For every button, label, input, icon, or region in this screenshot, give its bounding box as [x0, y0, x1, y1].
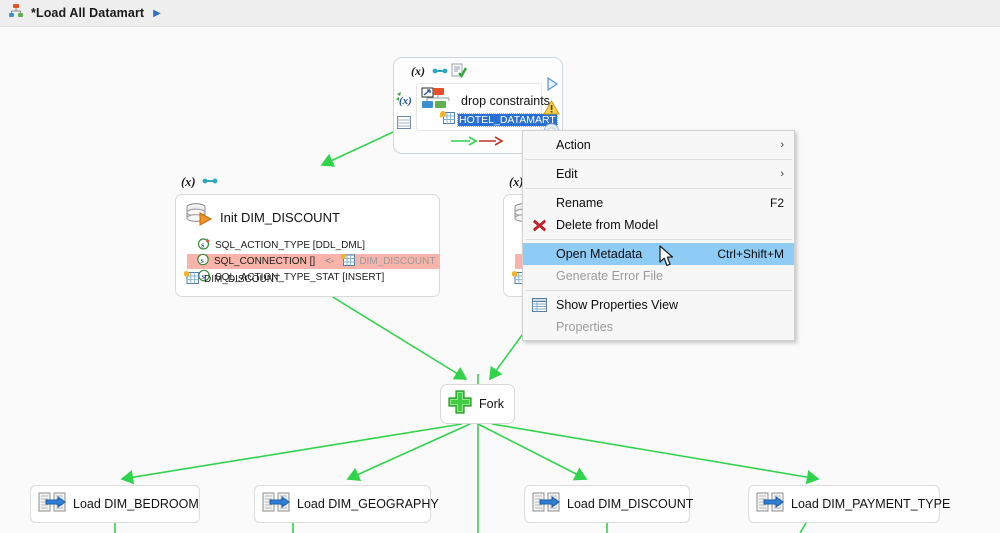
menu-item-label: Delete from Model — [556, 218, 659, 232]
menu-separator — [525, 159, 792, 160]
green-plus-icon — [447, 389, 473, 420]
top-node-left-icons: (x) — [395, 91, 412, 134]
flow-markers — [450, 134, 506, 152]
load-node-label: Load DIM_DISCOUNT — [567, 497, 694, 511]
menu-item-accelerator: Ctrl+Shift+M — [717, 247, 784, 261]
init-node-table-name: DIM_DISCOUNT — [204, 274, 281, 285]
property-label: SQL_CONNECTION [] — [214, 256, 316, 267]
drop-constraints-inner-box[interactable]: drop constraints HOTEL_DATAMART — [416, 83, 558, 131]
warning-icon — [543, 99, 560, 120]
init-node-title: Init DIM_DISCOUNT — [220, 210, 340, 225]
menu-separator — [525, 188, 792, 189]
chevron-right-icon: › — [780, 139, 784, 151]
load-table-icon — [532, 490, 562, 519]
table-key-icon — [183, 270, 199, 289]
drop-constraints-label: drop constraints — [461, 93, 550, 108]
property-label: SQL_ACTION_TYPE [DDL_DML] — [215, 240, 366, 251]
variable-x-green-icon: (x) — [395, 91, 412, 112]
load-table-icon — [38, 490, 68, 519]
table-key-icon — [340, 253, 356, 271]
property-row-highlighted[interactable]: s SQL_CONNECTION [] <- DIM_DISCOUNT — [187, 253, 440, 271]
variable-x-icon: (x) — [411, 64, 429, 82]
editor-tab-bar: *Load All Datamart ▶ — [0, 0, 1000, 27]
init-dim-discount-node[interactable]: (x) Init DIM_DISCOUNT s SQL_ACTION_TYPE … — [175, 175, 440, 297]
page-title: *Load All Datamart — [31, 6, 145, 20]
table-key-icon — [439, 110, 455, 129]
menu-item-label: Action — [556, 138, 591, 152]
load-node-label: Load DIM_GEOGRAPHY — [297, 497, 439, 511]
init-node-variable-badge: (x) — [181, 174, 218, 188]
flow-canvas[interactable]: (x) (x) drop constraints HOTEL_DATAMART … — [0, 27, 1000, 533]
fork-node[interactable]: Fork — [440, 384, 515, 424]
load-dim-discount-node[interactable]: Load DIM_DISCOUNT — [524, 485, 694, 523]
menu-item-action[interactable]: Action › — [523, 134, 794, 156]
tab-overflow-caret-icon[interactable]: ▶ — [153, 8, 161, 19]
menu-item-properties: Properties — [523, 316, 794, 338]
menu-item-rename[interactable]: Rename F2 — [523, 192, 794, 214]
load-table-icon — [262, 490, 292, 519]
chevron-right-icon: › — [780, 168, 784, 180]
property-reference-label: DIM_DISCOUNT — [359, 256, 436, 267]
load-dim-bedroom-node[interactable]: Load DIM_BEDROOM — [30, 485, 200, 523]
load-dim-geography-node[interactable]: Load DIM_GEOGRAPHY — [254, 485, 439, 523]
etl-flow-editor: *Load All Datamart ▶ (x) (x) drop constr… — [0, 0, 1000, 533]
menu-item-show-properties-view[interactable]: Show Properties View — [523, 294, 794, 316]
table-grid-icon — [396, 116, 411, 134]
svg-text:(x): (x) — [181, 175, 196, 188]
properties-view-icon — [531, 297, 547, 313]
menu-item-edit[interactable]: Edit › — [523, 163, 794, 185]
menu-item-accelerator: F2 — [769, 196, 784, 210]
script-check-icon — [451, 63, 468, 83]
menu-item-label: Rename — [556, 196, 604, 210]
mouse-pointer — [659, 245, 676, 273]
menu-item-label: Show Properties View — [556, 298, 679, 312]
init-node-table-row[interactable]: DIM_DISCOUNT — [183, 270, 280, 289]
menu-separator — [525, 290, 792, 291]
svg-text:(x): (x) — [399, 95, 412, 107]
model-hierarchy-icon — [8, 3, 24, 24]
load-dim-payment-type-node[interactable]: Load DIM_PAYMENT_TYPE — [748, 485, 950, 523]
link-icon — [432, 64, 448, 82]
load-table-icon — [756, 490, 786, 519]
property-row[interactable]: s SQL_ACTION_TYPE [DDL_DML] — [188, 237, 433, 253]
fork-node-label: Fork — [479, 397, 504, 411]
svg-text:(x): (x) — [411, 64, 425, 77]
run-play-icon[interactable] — [544, 76, 560, 97]
init-node-title-row: Init DIM_DISCOUNT — [185, 202, 340, 233]
menu-item-label: Properties — [556, 320, 613, 334]
context-menu[interactable]: Action › Edit › Rename F2 Delete from Mo — [522, 130, 795, 341]
menu-item-label: Open Metadata — [556, 247, 643, 261]
property-arrow: <- — [325, 256, 335, 267]
menu-item-label: Edit — [556, 167, 578, 181]
menu-item-delete-from-model[interactable]: Delete from Model — [523, 214, 794, 236]
menu-separator — [525, 239, 792, 240]
hotel-datamart-row[interactable]: HOTEL_DATAMART — [439, 110, 558, 129]
load-node-label: Load DIM_PAYMENT_TYPE — [791, 497, 951, 511]
delete-x-icon — [531, 217, 547, 233]
top-node-header-icons: (x) — [411, 63, 468, 83]
load-node-label: Load DIM_BEDROOM — [73, 497, 199, 511]
menu-item-label: Generate Error File — [556, 269, 663, 283]
database-run-icon — [185, 202, 213, 233]
